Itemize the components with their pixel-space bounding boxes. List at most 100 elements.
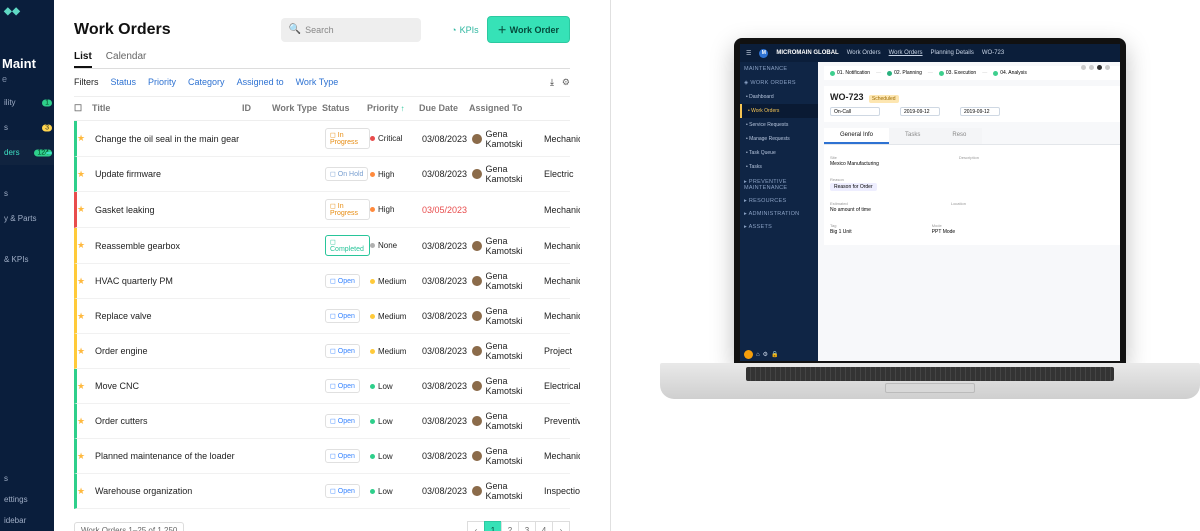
pager-page-2[interactable]: 2 — [501, 521, 519, 531]
sidebar-item-7[interactable]: & KPIs — [0, 247, 54, 272]
sidebar-item-6[interactable] — [0, 231, 54, 247]
filter-assigned-to[interactable]: Assigned to — [237, 77, 284, 88]
checkbox-all[interactable]: ☐ — [74, 103, 92, 114]
table-row[interactable]: ★Gasket leaking◻ In ProgressHigh03/05/20… — [74, 192, 570, 228]
filter-work-type[interactable]: Work Type — [296, 77, 339, 88]
star-icon[interactable]: ★ — [77, 416, 95, 427]
pagination: Work Orders 1–25 of 1,250 ‹1234› — [74, 521, 570, 531]
avatar — [472, 134, 482, 144]
date-input-1[interactable]: 2019-09-12 — [900, 107, 940, 116]
gear-icon[interactable]: ⚙ — [763, 351, 768, 358]
sidebar-item-1[interactable]: s3 — [0, 115, 54, 140]
settings-icon[interactable]: ⚙ — [562, 77, 570, 88]
row-category: Mechanical — [544, 205, 580, 215]
col-status[interactable]: Status — [322, 103, 367, 114]
workflow-step-1[interactable]: 02. Planning — [887, 70, 922, 76]
filter-priority[interactable]: Priority — [148, 77, 176, 88]
star-icon[interactable]: ★ — [77, 486, 95, 497]
mode-field: Mode PPT Mode — [932, 223, 956, 235]
tab-calendar[interactable]: Calendar — [106, 47, 147, 68]
wo-header-card: WO-723 Scheduled On-Call 2019-09-12 2019… — [824, 86, 1120, 122]
star-icon[interactable]: ★ — [77, 240, 95, 251]
r-side-item-6[interactable]: • Tasks — [740, 160, 818, 174]
filter-status[interactable]: Status — [111, 77, 137, 88]
pager-next[interactable]: › — [552, 521, 570, 531]
star-icon[interactable]: ★ — [77, 311, 95, 322]
menu-icon[interactable]: ☰ — [746, 50, 751, 57]
r-side-item-2[interactable]: • Work Orders — [740, 104, 818, 118]
lock-icon[interactable]: 🔒 — [771, 351, 778, 358]
tab-list[interactable]: List — [74, 47, 92, 68]
pager-page-3[interactable]: 3 — [518, 521, 536, 531]
detail-tab-0[interactable]: General Info — [824, 128, 889, 144]
col-due[interactable]: Due Date — [419, 103, 469, 114]
sidebar-item-2[interactable]: ders124 — [0, 140, 54, 165]
table-row[interactable]: ★Update firmware◻ On HoldHigh03/08/2023G… — [74, 157, 570, 192]
pager-page-4[interactable]: 4 — [535, 521, 553, 531]
pager-prev[interactable]: ‹ — [467, 521, 485, 531]
sidebar-item-0[interactable]: ility1 — [0, 90, 54, 115]
r-side-item-4[interactable]: • Manage Requests — [740, 132, 818, 146]
star-icon[interactable]: ★ — [77, 346, 95, 357]
reason-label: Reason — [830, 177, 877, 182]
sidebar-bottom-item-2[interactable]: idebar — [0, 510, 54, 531]
star-icon[interactable]: ★ — [77, 204, 95, 215]
star-icon[interactable]: ★ — [77, 451, 95, 462]
add-work-order-button[interactable]: ＋ Work Order — [487, 16, 570, 43]
dot-1[interactable] — [1081, 65, 1086, 70]
col-worktype[interactable]: Work Type — [272, 103, 322, 114]
table-row[interactable]: ★Change the oil seal in the main gear◻ I… — [74, 121, 570, 157]
sidebar-item-4[interactable]: s — [0, 181, 54, 206]
crumb-2[interactable]: Work Orders — [889, 50, 923, 56]
sidebar-item-5[interactable]: y & Parts — [0, 206, 54, 231]
crumb-1[interactable]: Work Orders — [847, 50, 881, 56]
star-icon[interactable]: ★ — [77, 381, 95, 392]
col-priority[interactable]: Priority↑ — [367, 103, 419, 114]
sidebar-item-3[interactable] — [0, 165, 54, 181]
col-id[interactable]: ID — [242, 103, 272, 114]
r-side-item-5[interactable]: • Task Queue — [740, 146, 818, 160]
table-row[interactable]: ★Replace valve◻ OpenMedium03/08/2023Gena… — [74, 299, 570, 334]
workflow-step-2[interactable]: 03. Execution — [939, 70, 976, 76]
detail-tab-2[interactable]: Reso — [936, 128, 982, 144]
user-avatar[interactable] — [744, 350, 753, 359]
dot-2[interactable] — [1089, 65, 1094, 70]
star-icon[interactable]: ★ — [77, 169, 95, 180]
pager-page-1[interactable]: 1 — [484, 521, 502, 531]
table-row[interactable]: ★Order engine◻ OpenMedium03/08/2023Gena … — [74, 334, 570, 369]
home-icon[interactable]: ⌂ — [756, 352, 760, 358]
workflow-step-3[interactable]: 04. Analysis — [993, 70, 1027, 76]
table-row[interactable]: ★Move CNC◻ OpenLow03/08/2023Gena Kamotsk… — [74, 369, 570, 404]
date-input-2[interactable]: 2019-09-12 — [960, 107, 1000, 116]
sidebar-bottom-item-1[interactable]: ettings — [0, 489, 54, 510]
crumb-3[interactable]: Planning Details — [931, 50, 974, 56]
r-side-section-3[interactable]: ▸ ASSETS — [740, 219, 818, 232]
dot-3[interactable] — [1097, 65, 1102, 70]
table-row[interactable]: ★Planned maintenance of the loader◻ Open… — [74, 439, 570, 474]
r-side-section-0[interactable]: ▸ PREVENTIVE MAINTENANCE — [740, 174, 818, 193]
workflow-step-0[interactable]: 01. Notification — [830, 70, 870, 76]
sidebar-bottom-item-0[interactable]: s — [0, 468, 54, 489]
star-icon[interactable]: ★ — [77, 133, 95, 144]
row-assignee: Gena Kamotski — [472, 341, 544, 361]
table-row[interactable]: ★Order cutters◻ OpenLow03/08/2023Gena Ka… — [74, 404, 570, 439]
row-priority: Critical — [370, 134, 422, 143]
r-side-section-1[interactable]: ▸ RESOURCES — [740, 193, 818, 206]
table-row[interactable]: ★Warehouse organization◻ OpenLow03/08/20… — [74, 474, 570, 509]
col-assigned[interactable]: Assigned To — [469, 103, 541, 114]
crumb-4[interactable]: WO-723 — [982, 50, 1004, 56]
table-row[interactable]: ★Reassemble gearbox◻ CompletedNone03/08/… — [74, 228, 570, 264]
detail-tab-1[interactable]: Tasks — [889, 128, 936, 144]
search-input[interactable]: 🔍 Search — [281, 18, 421, 42]
type-select[interactable]: On-Call — [830, 107, 880, 116]
export-icon[interactable]: ⤓ — [550, 77, 554, 88]
table-row[interactable]: ★HVAC quarterly PM◻ OpenMedium03/08/2023… — [74, 264, 570, 299]
r-side-item-1[interactable]: • Dashboard — [740, 90, 818, 104]
star-icon[interactable]: ★ — [77, 276, 95, 287]
dot-4[interactable] — [1105, 65, 1110, 70]
r-side-item-3[interactable]: • Service Requests — [740, 118, 818, 132]
kpis-link[interactable]: ◔ KPIs — [451, 25, 478, 35]
r-side-section-2[interactable]: ▸ ADMINISTRATION — [740, 206, 818, 219]
col-title[interactable]: Title — [92, 103, 242, 114]
filter-category[interactable]: Category — [188, 77, 225, 88]
